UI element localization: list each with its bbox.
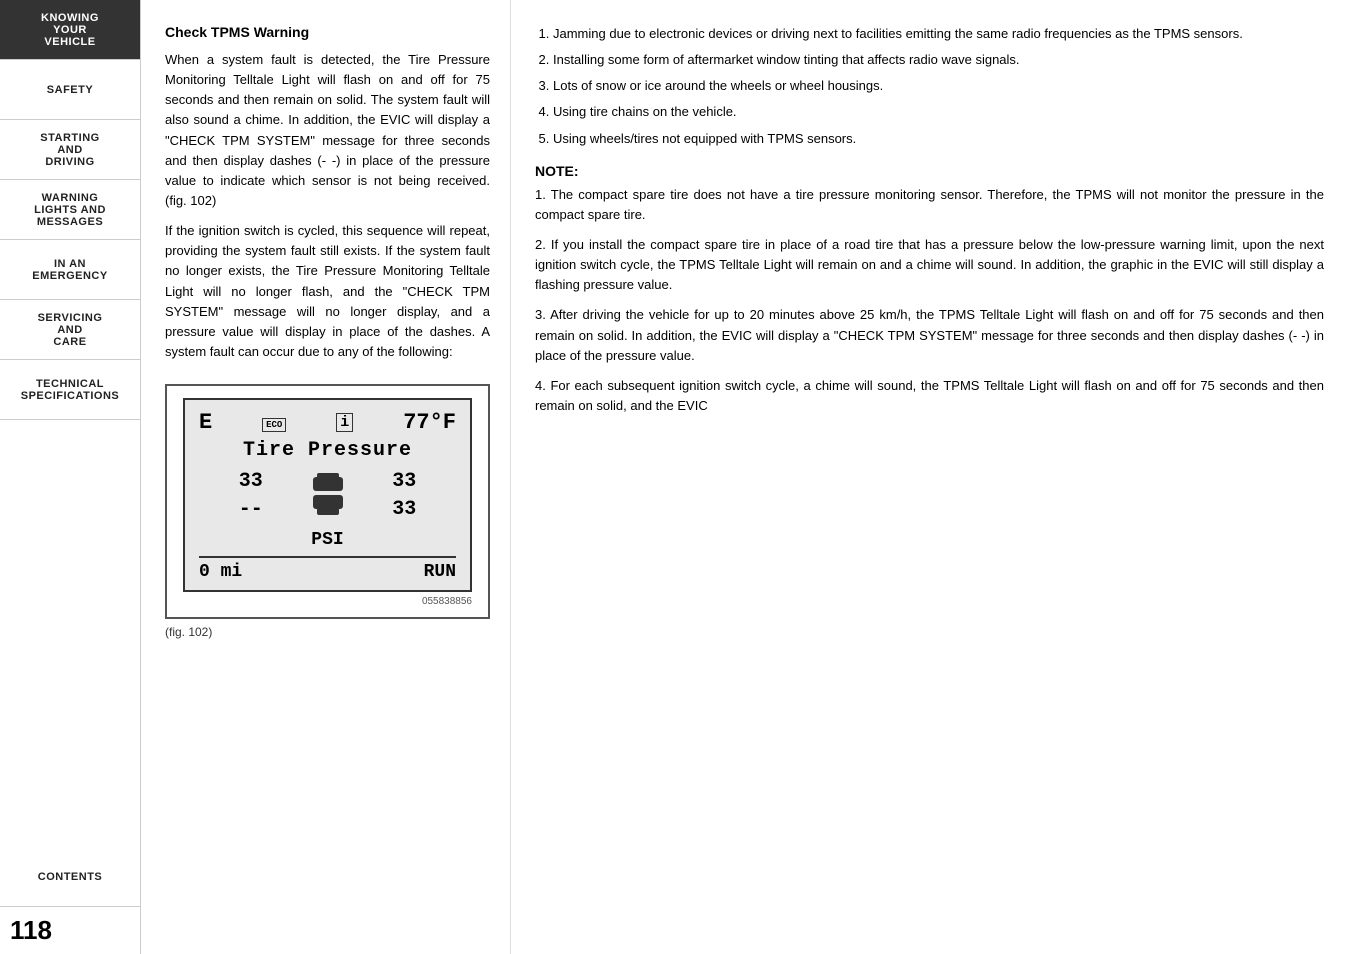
sidebar-item-safety[interactable]: SAFETY <box>0 60 140 120</box>
list-item: Installing some form of aftermarket wind… <box>553 50 1324 70</box>
evic-info-symbol: i <box>336 413 353 432</box>
list-item: Using wheels/tires not equipped with TPM… <box>553 129 1324 149</box>
content-columns: Check TPMS Warning When a system fault i… <box>141 0 1352 954</box>
sidebar-item-warning-lights-and-messages[interactable]: WARNING LIGHTS AND MESSAGES <box>0 180 140 240</box>
sidebar-item-knowing-your-vehicle[interactable]: KNOWING YOUR VEHICLE <box>0 0 140 60</box>
evic-divider <box>199 556 456 558</box>
evic-top-row: E ECO i 77°F <box>199 410 456 435</box>
fault-list: Jamming due to electronic devices or dri… <box>535 24 1324 149</box>
sidebar-item-contents[interactable]: CONTENTS <box>0 847 140 907</box>
evic-temperature: 77°F <box>403 410 456 435</box>
sidebar: KNOWING YOUR VEHICLE SAFETY STARTING AND… <box>0 0 141 954</box>
evic-top-left-pressure: 33 <box>199 470 303 493</box>
sidebar-item-servicing-and-care[interactable]: SERVICING AND CARE <box>0 300 140 360</box>
evic-bottom-left-pressure: -- <box>199 498 303 521</box>
page-number: 118 <box>10 915 52 946</box>
left-column: Check TPMS Warning When a system fault i… <box>141 0 511 954</box>
note-2: 2. If you install the compact spare tire… <box>535 235 1324 295</box>
right-column: Jamming due to electronic devices or dri… <box>511 0 1352 954</box>
evic-bottom-row: 0 mi RUN <box>199 562 456 582</box>
figure-code: 055838856 <box>183 596 472 607</box>
main-content: Check TPMS Warning When a system fault i… <box>141 0 1352 954</box>
page-number-area: 118 <box>0 907 140 954</box>
evic-display: E ECO i 77°F Tire Pressure 33 <box>183 398 472 592</box>
note-1: 1. The compact spare tire does not have … <box>535 185 1324 225</box>
fig-caption-left: (fig. 102) <box>165 625 490 639</box>
car-top-svg <box>311 471 345 493</box>
sidebar-item-technical-specifications[interactable]: TECHNICAL SPECIFICATIONS <box>0 360 140 420</box>
evic-car-icon-top <box>311 471 345 493</box>
note-title: NOTE: <box>535 163 1324 179</box>
car-bottom-svg <box>311 495 345 517</box>
evic-pressure-grid: 33 33 -- <box>199 470 456 524</box>
list-item: Jamming due to electronic devices or dri… <box>553 24 1324 44</box>
evic-figure: E ECO i 77°F Tire Pressure 33 <box>165 384 490 619</box>
evic-eco-label: ECO <box>262 414 286 432</box>
paragraph-2: If the ignition switch is cycled, this s… <box>165 221 490 362</box>
paragraph-1: When a system fault is detected, the Tir… <box>165 50 490 211</box>
list-item: Lots of snow or ice around the wheels or… <box>553 76 1324 96</box>
list-item: Using tire chains on the vehicle. <box>553 102 1324 122</box>
evic-odometer: 0 mi <box>199 562 242 582</box>
evic-mode: RUN <box>424 562 456 582</box>
sidebar-item-in-an-emergency[interactable]: IN AN EMERGENCY <box>0 240 140 300</box>
evic-car-icon-bottom <box>311 495 345 524</box>
evic-top-right-pressure: 33 <box>353 470 457 493</box>
note-4: 4. For each subsequent ignition switch c… <box>535 376 1324 416</box>
evic-bottom-right-pressure: 33 <box>353 498 457 521</box>
evic-title: Tire Pressure <box>199 439 456 462</box>
evic-left-letter: E <box>199 410 212 435</box>
section-title: Check TPMS Warning <box>165 24 490 40</box>
evic-psi: PSI <box>199 530 456 550</box>
sidebar-item-starting-and-driving[interactable]: STARTING AND DRIVING <box>0 120 140 180</box>
note-3: 3. After driving the vehicle for up to 2… <box>535 305 1324 365</box>
